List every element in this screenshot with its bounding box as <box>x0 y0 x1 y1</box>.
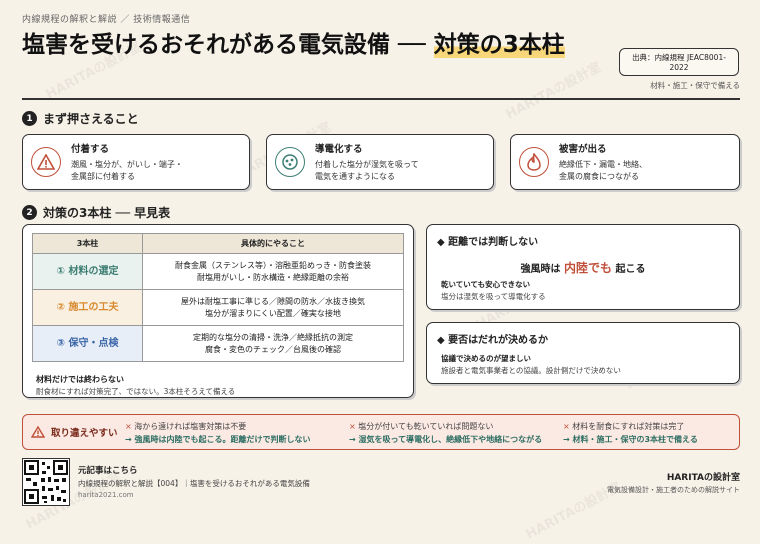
distance-subtitle: 乾いていても安心できない <box>441 280 531 289</box>
warning-triangle-icon <box>31 147 61 177</box>
decision-subtitle: 協議で決めるのが望ましい <box>441 354 531 363</box>
card-text-line2: 金属部に付着する <box>71 172 135 181</box>
pillar-line2: 腐食・変色のチェック／台風後の確認 <box>205 344 341 354</box>
distance-main-post: 起こる <box>615 264 646 275</box>
pillar-line1: 定期的な塩分の清掃・洗浄／絶縁抵抗の測定 <box>193 332 353 342</box>
mistake-right: → 強風時は内陸でも起こる。距離だけで判断しない <box>125 435 311 444</box>
watermark: HARITAの設計室 <box>503 59 604 123</box>
distance-main-pre: 強風時は <box>520 264 561 275</box>
table-header: 具体的にやること <box>142 233 404 254</box>
mistake-wrong: 材料を耐食にすれば対策は完了 <box>572 422 685 431</box>
title-highlight: 対策の3本柱 <box>433 32 565 58</box>
table-row: ③ 保守・点検 定期的な塩分の清掃・洗浄／絶縁抵抗の測定 腐食・変色のチェック／台… <box>32 325 404 362</box>
mistakes-label: 取り違えやすい <box>31 425 118 439</box>
pillar-line1: 耐食金属（ステンレス等）・溶融亜鉛めっき・防食塗装 <box>175 260 371 270</box>
pillar-name: ① 材料の選定 <box>56 265 119 277</box>
mistake-wrong: 塩分が付いても乾いていれば問題ない <box>358 422 494 431</box>
source-line2: 2022 <box>669 63 689 72</box>
card-title: 導電化する <box>315 144 363 155</box>
brand-name: HARITAの設計室 <box>666 473 740 483</box>
pillar-name: ③ 保守・点検 <box>56 337 119 349</box>
mistakes-label-text: 取り違えやすい <box>51 428 118 439</box>
warning-triangle-icon <box>31 426 45 438</box>
table-header: 3本柱 <box>32 233 143 254</box>
mistake-right: → 材料・施工・保守の3本柱で備える <box>563 435 698 444</box>
card-text-line1: 絶縁低下・漏電・地絡、 <box>559 160 647 169</box>
section2-number: 2 <box>22 205 37 220</box>
distance-main-emphasis: 内陸でも <box>563 261 612 275</box>
pillar-line2: 塩分が溜まりにくい配置／確実な接地 <box>205 308 341 318</box>
distance-title-text: 距離では判断しない <box>448 237 539 248</box>
kicker: 内線規程の解釈と解説 ／ 技術情報通信 <box>22 15 191 25</box>
card-text-line1: 付着した塩分が湿気を吸って <box>315 160 419 169</box>
section2-heading: 2 対策の3本柱 ── 早見表 <box>22 204 170 221</box>
pillar-line2: 耐塩用がいし・防水構造・絶縁距離の余裕 <box>197 272 349 282</box>
qr-code[interactable] <box>22 458 70 506</box>
distance-main: 強風時は 内陸でも 起こる <box>427 259 739 276</box>
mistake-item: × 塩分が付いても乾いていれば問題ない → 湿気を吸って導電化し、絶縁低下や地絡… <box>349 422 543 444</box>
page-title: 塩害を受けるおそれがある電気設備 ── 対策の3本柱 <box>22 30 612 60</box>
card-adhesion: 付着する 潮風・塩分が、がいし・端子・ 金属部に付着する <box>22 134 250 190</box>
pillars-table: 3本柱 具体的にやること ① 材料の選定 耐食金属（ステンレス等）・溶融亜鉛めっ… <box>32 233 404 362</box>
table-row: ① 材料の選定 耐食金属（ステンレス等）・溶融亜鉛めっき・防食塗装 耐塩用がいし・… <box>32 253 404 290</box>
note-text: 耐食材にすれば対策完了、ではない。3本柱そろえて備える <box>36 387 236 396</box>
pillar-name: ② 施工の工夫 <box>56 301 119 313</box>
section2-title: 対策の3本柱 ── 早見表 <box>43 206 171 220</box>
card-title: 被害が出る <box>559 144 607 155</box>
decision-title-text: 要否はだれが決めるか <box>448 335 548 346</box>
section1-number: 1 <box>22 111 37 126</box>
distance-subtext: 塩分は湿気を吸って導電化する <box>441 292 546 301</box>
common-mistakes-bar: 取り違えやすい × 海から遠ければ塩害対策は不要 → 強風時は内陸でも起こる。距… <box>22 414 740 450</box>
table-row: ② 施工の工夫 屋外は耐塩工事に準じる／隙間の防水／水抜き換気 塩分が溜まりにくい… <box>32 289 404 326</box>
qr-title: 元記事はこちら <box>78 466 138 476</box>
source-line1: 出典：内線規程 JEAC8001- <box>632 53 726 62</box>
source-box: 出典：内線規程 JEAC8001- 2022 <box>619 48 739 76</box>
mistake-right: → 湿気を吸って導電化し、絶縁低下や地絡につながる <box>349 435 543 444</box>
site-url[interactable]: harita2021.com <box>78 491 134 499</box>
table-header-row: 3本柱 具体的にやること <box>32 233 404 254</box>
card-text-line2: 金属の腐食につながる <box>559 172 639 181</box>
note-title: 材料だけでは終わらない <box>36 375 124 384</box>
card-damage: 被害が出る 絶縁低下・漏電・地絡、 金属の腐食につながる <box>510 134 740 190</box>
decision-subtext: 施設者と電気事業者との協議。設計側だけで決めない <box>441 366 621 375</box>
conduction-circle-icon <box>275 147 305 177</box>
card-conduction: 導電化する 付着した塩分が湿気を吸って 電気を通すようになる <box>266 134 494 190</box>
card-text-line1: 潮風・塩分が、がいし・端子・ <box>71 160 183 169</box>
article-link[interactable]: 内線規程の解釈と解説【004】｜塩害を受けるおそれがある電気設備 <box>78 478 310 489</box>
brand-subtitle: 電気設備設計・施工者のための解説サイト <box>607 486 740 494</box>
mistake-item: × 海から遠ければ塩害対策は不要 → 強風時は内陸でも起こる。距離だけで判断しな… <box>125 422 311 444</box>
title-main: 塩害を受けるおそれがある電気設備 ── <box>22 32 434 58</box>
source-subtitle: 材料・施工・保守で備える <box>650 81 740 90</box>
header-divider <box>22 98 740 100</box>
section1-heading: 1 まず押さえること <box>22 110 139 127</box>
card-title: 付着する <box>71 144 110 155</box>
pillar-line1: 屋外は耐塩工事に準じる／隙間の防水／水抜き換気 <box>181 296 365 306</box>
flame-icon <box>519 147 549 177</box>
mistake-wrong: 海から遠ければ塩害対策は不要 <box>134 422 247 431</box>
card-text-line2: 電気を通すようになる <box>315 172 395 181</box>
decision-box-title: ◆ 要否はだれが決めるか <box>437 335 548 346</box>
distance-box-title: ◆ 距離では判断しない <box>437 237 539 248</box>
section1-title: まず押さえること <box>43 112 139 126</box>
distance-box: ◆ 距離では判断しない 強風時は 内陸でも 起こる 乾いていても安心できない 塩… <box>426 224 740 310</box>
decision-box: ◆ 要否はだれが決めるか 協議で決めるのが望ましい 施設者と電気事業者との協議。… <box>426 322 740 384</box>
mistake-item: × 材料を耐食にすれば対策は完了 → 材料・施工・保守の3本柱で備える <box>563 422 698 444</box>
